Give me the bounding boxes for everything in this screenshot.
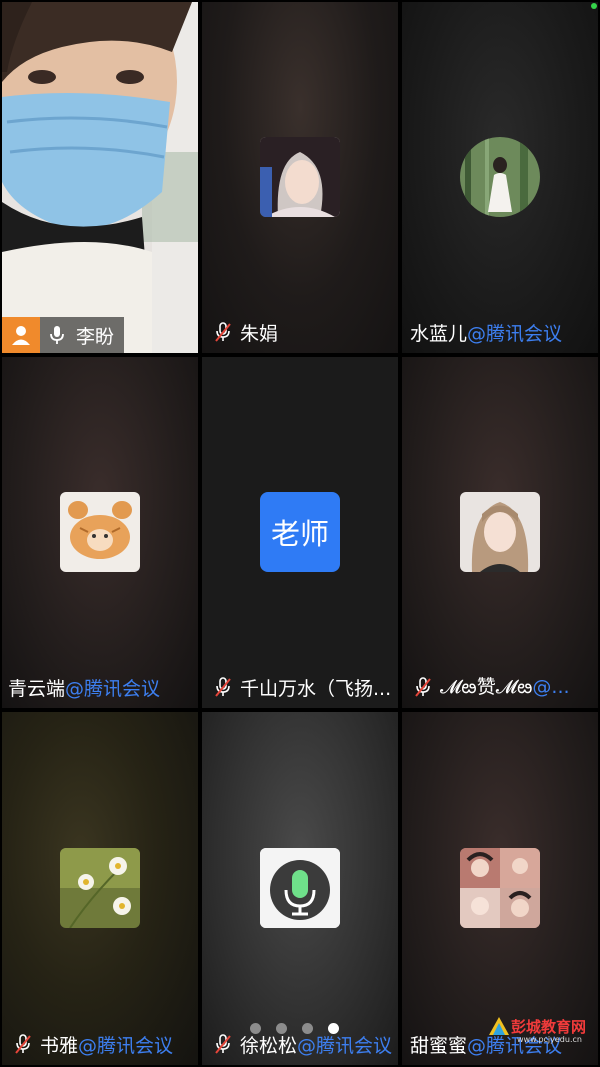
participant-avatar [60, 848, 140, 928]
host-badge [2, 317, 40, 353]
watermark-text: 彭城教育网 [511, 1017, 587, 1036]
participant-tile[interactable]: 青云端 @腾讯会议 [2, 357, 198, 708]
participant-tile[interactable]: 徐松松 @腾讯会议 [202, 712, 398, 1065]
page-dot-active[interactable] [328, 1023, 339, 1034]
status-dot [591, 3, 597, 9]
watermark: 彭城教育网 www.pcjyedu.cn [487, 1015, 587, 1044]
self-video-feed [2, 2, 198, 353]
participant-name: 千山万水（飞扬... [240, 677, 392, 700]
participant-avatar [260, 848, 340, 928]
self-video-tile[interactable]: 李盼 [2, 2, 198, 353]
participant-label: 朱娟 [202, 315, 278, 349]
watermark-logo-icon [489, 1017, 509, 1035]
participant-avatar [460, 492, 540, 572]
mic-muted-icon [415, 677, 431, 697]
participant-name: 𝓜ఴ赞𝓜ఴ [440, 675, 533, 698]
participant-suffix: @腾讯会议 [297, 1034, 393, 1057]
page-dot[interactable] [276, 1023, 287, 1034]
participant-name: 甜蜜蜜 [410, 1034, 468, 1057]
participant-name: 水蓝儿 [410, 322, 468, 345]
video-grid: 李盼 朱娟 水蓝儿 @腾讯会议 青云端 @腾讯会议 老师 千山万水（飞扬... … [0, 0, 600, 1067]
participant-tile[interactable]: 甜蜜蜜 @腾讯会议 [402, 712, 598, 1065]
participant-label: 青云端 @腾讯会议 [2, 670, 160, 704]
participant-label: 书雅 @腾讯会议 [2, 1027, 173, 1061]
self-name-label: 李盼 [40, 317, 125, 353]
mic-icon[interactable] [46, 324, 68, 346]
participant-avatar [60, 492, 140, 572]
mic-muted-icon [215, 322, 231, 342]
participant-tile[interactable]: 朱娟 [202, 2, 398, 353]
page-indicator[interactable] [250, 1023, 339, 1034]
participant-avatar: 老师 [260, 492, 340, 572]
participant-tile[interactable]: 水蓝儿 @腾讯会议 [402, 2, 598, 353]
participant-avatar [460, 137, 540, 217]
mic-muted-icon [215, 677, 231, 697]
user-icon [12, 326, 30, 345]
participant-name: 朱娟 [240, 322, 279, 345]
participant-avatar [460, 848, 540, 928]
participant-label: 千山万水（飞扬... [202, 670, 391, 704]
participant-suffix: @腾讯会议 [65, 677, 161, 700]
mic-muted-icon [15, 1034, 31, 1054]
page-dot[interactable] [302, 1023, 313, 1034]
participant-tile[interactable]: 𝓜ఴ赞𝓜ఴ @... [402, 357, 598, 708]
participant-suffix: @腾讯会议 [78, 1034, 174, 1057]
participant-label: 𝓜ఴ赞𝓜ఴ @... [402, 670, 570, 704]
page-dot[interactable] [250, 1023, 261, 1034]
participant-label: 水蓝儿 @腾讯会议 [402, 315, 562, 349]
participant-suffix: @腾讯会议 [467, 322, 563, 345]
participant-tile[interactable]: 书雅 @腾讯会议 [2, 712, 198, 1065]
participant-suffix: @... [532, 676, 570, 698]
participant-name: 书雅 [40, 1034, 79, 1057]
participant-avatar [260, 137, 340, 217]
self-status-bar: 李盼 [2, 317, 125, 353]
mic-muted-icon [215, 1034, 231, 1054]
participant-name: 徐松松 [240, 1034, 298, 1057]
participant-name: 青云端 [8, 677, 66, 700]
participant-tile[interactable]: 老师 千山万水（飞扬... [202, 357, 398, 708]
self-name: 李盼 [76, 325, 115, 348]
watermark-url: www.pcjyedu.cn [517, 1035, 582, 1044]
